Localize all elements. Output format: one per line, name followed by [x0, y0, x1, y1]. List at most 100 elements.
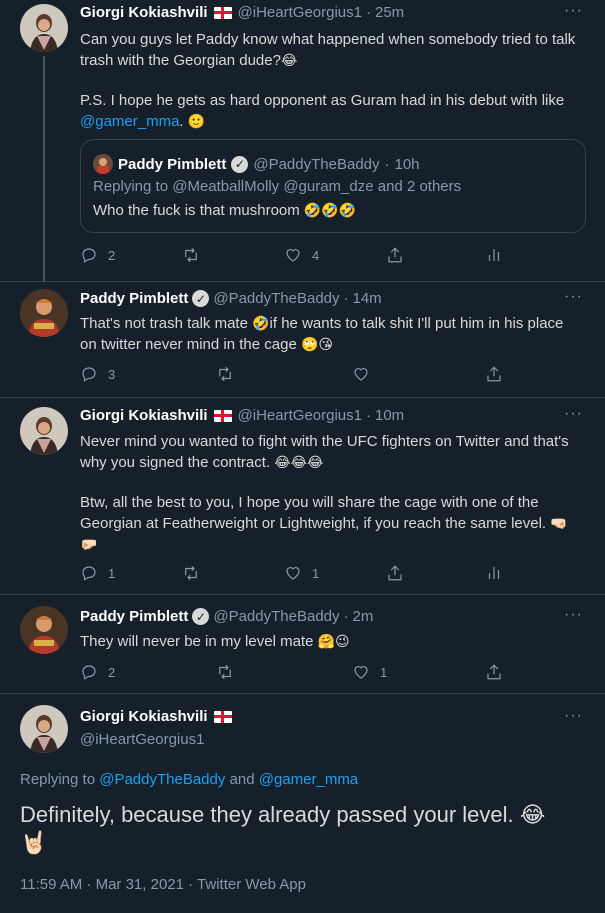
analytics-button[interactable] — [485, 246, 503, 264]
tweet-thread: Giorgi Kokiashvili @iHeartGeorgius1 · 25… — [0, 0, 605, 913]
retweet-icon — [219, 366, 231, 382]
text-segment: Definitely, because they already passed … — [20, 802, 514, 827]
text-line: 🤛🏻 — [80, 534, 585, 555]
like-icon — [354, 368, 368, 381]
retweet-button[interactable] — [216, 663, 234, 681]
text-line: @gamer_mma. 🙂 — [80, 111, 585, 132]
retweet-icon — [219, 664, 231, 680]
tweet-giorgi-1[interactable]: Giorgi Kokiashvili @iHeartGeorgius1 · 25… — [0, 0, 605, 282]
author-name[interactable]: Giorgi Kokiashvili — [80, 4, 208, 21]
text-line: on twitter never mind in the cage 🙄😘 — [80, 334, 585, 355]
replying-handles: @MeatballMolly @guram_dze and 2 others — [172, 178, 462, 195]
analytics-icon — [488, 567, 500, 579]
text-line: Never mind you wanted to fight with the … — [80, 433, 569, 450]
replying-prefix: Replying to — [93, 178, 173, 195]
author-name[interactable]: Paddy Pimblett — [80, 290, 188, 307]
focused-tweet[interactable]: Giorgi Kokiashvili @iHeartGeorgius1 ··· … — [0, 695, 605, 913]
tweet-time[interactable]: 25m — [375, 4, 404, 21]
text-segment: Georgian at Featherweight or Lightweight… — [80, 515, 547, 532]
text-segment: why you signed the contract. — [80, 454, 271, 471]
quoted-tweet[interactable]: Paddy Pimblett ✓ @PaddyTheBaddy · 10h Re… — [80, 139, 586, 233]
retweet-button[interactable] — [182, 246, 200, 264]
tweet-timestamp[interactable]: 11:59 AM · Mar 31, 2021 · Twitter Web Ap… — [20, 876, 306, 893]
tweet-actions: 2 1 — [80, 663, 510, 683]
slight-smile-emoji-icon: 🙂 — [187, 113, 206, 129]
text-segment: if he wants to talk shit I'll put him in… — [269, 315, 564, 332]
share-button[interactable] — [386, 246, 404, 264]
text-line: why you signed the contract. 😂😂😂 — [80, 452, 585, 473]
share-icon — [487, 366, 501, 382]
like-button[interactable]: 1 — [284, 564, 319, 582]
text-line: They will never be in my level mate 🤗😉 — [80, 631, 585, 652]
author-handle[interactable]: @iHeartGeorgius1 — [238, 4, 362, 21]
tweet-time[interactable]: 10m — [375, 407, 404, 424]
quote-author-name: Paddy Pimblett — [118, 155, 227, 173]
fist-bump-emoji-icon: 🤜🏻 — [550, 515, 568, 531]
like-button[interactable] — [352, 365, 370, 383]
reply-button[interactable]: 3 — [80, 365, 115, 383]
avatar-paddy[interactable] — [20, 606, 68, 654]
share-button[interactable] — [485, 663, 503, 681]
quote-replying-to: Replying to @MeatballMolly @guram_dze an… — [93, 178, 461, 195]
text-line: Georgian at Featherweight or Lightweight… — [80, 513, 585, 534]
avatar-giorgi[interactable] — [20, 4, 68, 52]
mention-link[interactable]: @gamer_mma — [259, 771, 358, 788]
mention-link[interactable]: @PaddyTheBaddy — [99, 771, 225, 788]
share-button[interactable] — [386, 564, 404, 582]
tweet-paddy-2[interactable]: Paddy Pimblett ✓ @PaddyTheBaddy · 2m ···… — [0, 596, 605, 694]
avatar-giorgi[interactable] — [20, 705, 68, 753]
author-handle[interactable]: @iHeartGeorgius1 — [238, 407, 362, 424]
hugging-emoji-icon: 🤗😉 — [317, 633, 350, 649]
share-button[interactable] — [485, 365, 503, 383]
author-handle[interactable]: @PaddyTheBaddy — [213, 290, 339, 307]
tweet-text: Can you guys let Paddy know what happene… — [80, 30, 585, 132]
tweet-giorgi-2[interactable]: Giorgi Kokiashvili @iHeartGeorgius1 · 10… — [0, 399, 605, 595]
like-count: 1 — [312, 565, 320, 581]
more-icon[interactable]: ··· — [564, 288, 583, 306]
more-icon[interactable]: ··· — [564, 405, 583, 423]
like-icon — [286, 567, 300, 580]
analytics-button[interactable] — [485, 564, 503, 582]
author-name[interactable]: Giorgi Kokiashvili — [80, 708, 208, 725]
like-button[interactable]: 1 — [352, 663, 387, 681]
reply-button[interactable]: 1 — [80, 564, 115, 582]
author-handle[interactable]: @PaddyTheBaddy — [213, 608, 339, 625]
retweet-button[interactable] — [182, 564, 200, 582]
verified-icon: ✓ — [192, 290, 210, 307]
like-count: 4 — [312, 247, 320, 263]
reply-button[interactable]: 2 — [80, 246, 115, 264]
analytics-icon — [488, 249, 500, 261]
text-line: Btw, all the best to you, I hope you wil… — [80, 494, 539, 511]
joy-emoji-icon: 😂😂😂 — [274, 454, 324, 470]
author-handle[interactable]: @iHeartGeorgius1 — [80, 731, 204, 748]
tweet-actions: 2 4 — [80, 246, 510, 266]
eye-roll-emoji-icon: 🙄😘 — [300, 336, 333, 352]
separator-dot: · — [384, 155, 390, 173]
more-icon[interactable]: ··· — [564, 707, 583, 725]
avatar-giorgi[interactable] — [20, 407, 68, 455]
tweet-time[interactable]: 2m — [353, 608, 374, 625]
author-name[interactable]: Paddy Pimblett — [80, 608, 188, 625]
more-icon[interactable]: ··· — [564, 606, 583, 624]
reply-count: 3 — [108, 366, 116, 382]
tweet-time[interactable]: 14m — [353, 290, 382, 307]
author-name[interactable]: Giorgi Kokiashvili — [80, 407, 208, 424]
like-button[interactable]: 4 — [284, 246, 319, 264]
retweet-button[interactable] — [216, 365, 234, 383]
like-count: 1 — [380, 664, 388, 680]
tweet-header: Giorgi Kokiashvili @iHeartGeorgius1 · 25… — [80, 4, 404, 21]
text-segment: Who the fuck is that mushroom — [93, 202, 300, 219]
text-segment: . — [179, 113, 184, 130]
joy-emoji-icon: 😂 — [519, 802, 546, 827]
fist-bump-emoji-icon: 🤛🏻 — [80, 536, 98, 552]
retweet-icon — [185, 247, 197, 263]
tweet-text: That's not trash talk mate 🤣if he wants … — [80, 313, 585, 355]
reply-button[interactable]: 2 — [80, 663, 115, 681]
tweet-paddy-1[interactable]: Paddy Pimblett ✓ @PaddyTheBaddy · 14m ··… — [0, 283, 605, 398]
more-icon[interactable]: ··· — [564, 2, 583, 20]
mention-link[interactable]: @gamer_mma — [80, 113, 179, 130]
georgia-flag-icon — [213, 409, 232, 422]
avatar-paddy[interactable] — [20, 289, 68, 337]
